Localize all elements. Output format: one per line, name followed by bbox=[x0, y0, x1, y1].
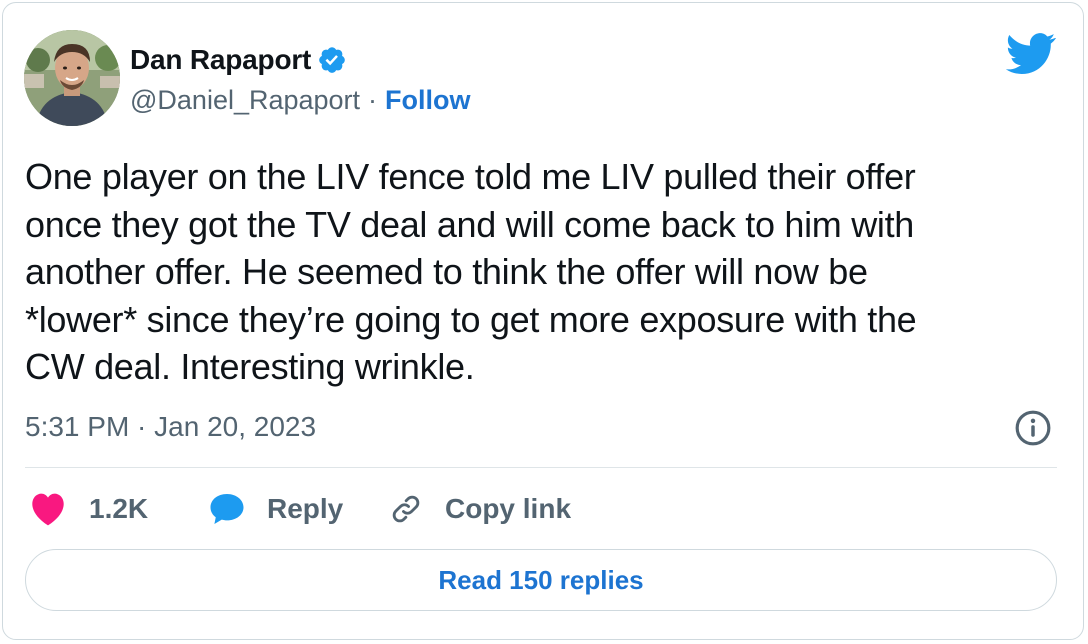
author-handle-row: @Daniel_Rapaport · Follow bbox=[130, 83, 471, 117]
reply-label: Reply bbox=[267, 493, 344, 524]
info-icon[interactable] bbox=[1014, 409, 1052, 447]
author-handle[interactable]: @Daniel_Rapaport bbox=[130, 85, 360, 116]
like-button[interactable]: 1.2K bbox=[29, 492, 209, 526]
read-replies-button[interactable]: Read 150 replies bbox=[25, 549, 1057, 611]
verified-badge-icon bbox=[319, 47, 345, 73]
tweet-timestamp[interactable]: 5:31 PM · Jan 20, 2023 bbox=[25, 411, 316, 443]
avatar-image bbox=[24, 30, 120, 126]
follow-button[interactable]: Follow bbox=[385, 85, 470, 116]
copy-link-label: Copy link bbox=[445, 493, 572, 524]
copy-link-button[interactable]: Copy link bbox=[389, 492, 571, 526]
tweet-timestamp-row: 5:31 PM · Jan 20, 2023 bbox=[25, 407, 316, 447]
avatar[interactable] bbox=[24, 30, 120, 126]
heart-icon bbox=[32, 493, 64, 526]
likes-count: 1.2K bbox=[89, 493, 149, 524]
twitter-bird-icon[interactable] bbox=[1006, 33, 1056, 75]
tweet-card: Dan Rapaport @Daniel_Rapaport · Follow O… bbox=[2, 2, 1084, 640]
link-icon bbox=[392, 495, 420, 523]
tweet-actions: 1.2K Reply Copy link bbox=[29, 487, 571, 531]
speech-bubble-icon bbox=[210, 494, 244, 524]
divider bbox=[25, 467, 1057, 468]
handle-separator: · bbox=[368, 84, 378, 115]
author-display-name[interactable]: Dan Rapaport bbox=[130, 44, 311, 76]
tweet-text: One player on the LIV fence told me LIV … bbox=[25, 156, 917, 387]
author-name-row: Dan Rapaport bbox=[130, 43, 347, 77]
reply-button[interactable]: Reply bbox=[209, 492, 389, 526]
read-replies-label: Read 150 replies bbox=[438, 564, 644, 595]
